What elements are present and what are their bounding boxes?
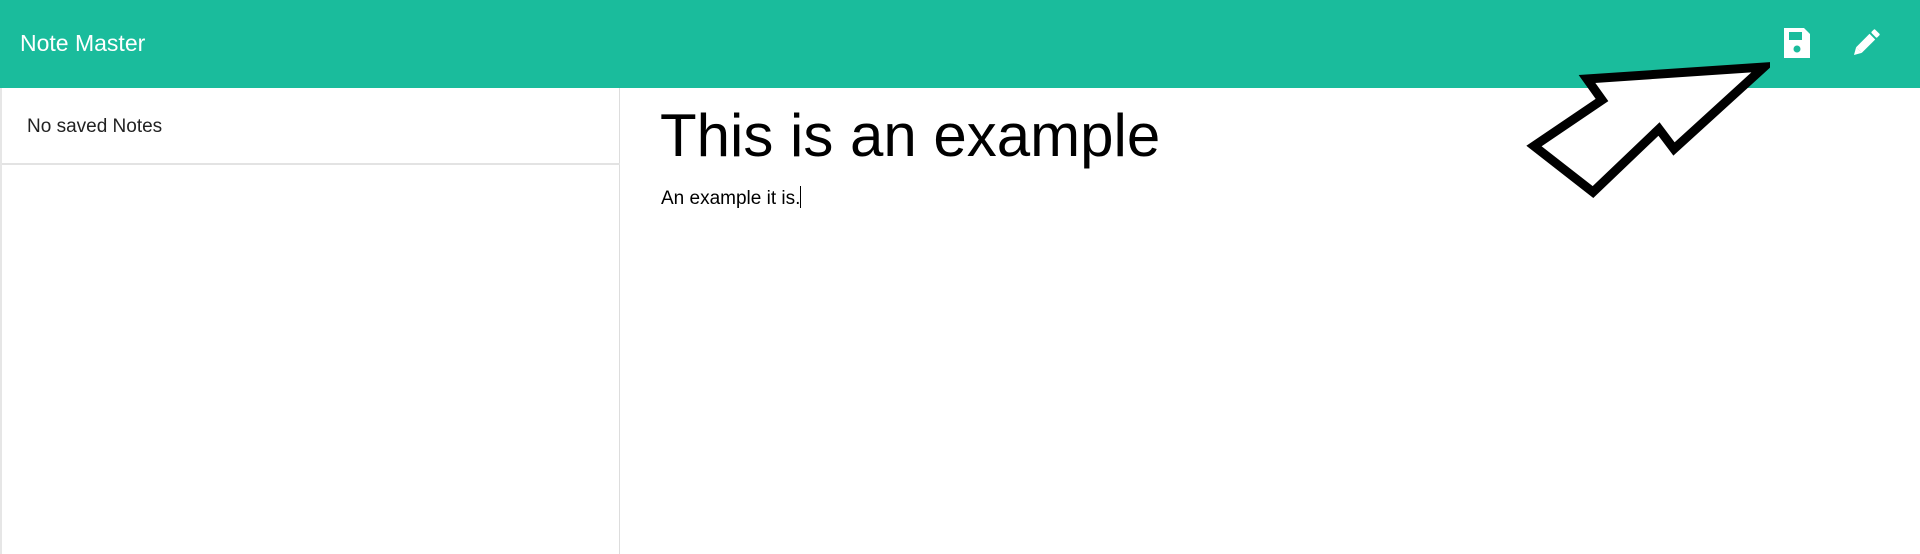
- app-title[interactable]: Note Master: [20, 28, 145, 58]
- save-icon: [1784, 28, 1810, 58]
- new-note-button[interactable]: [1849, 24, 1883, 62]
- empty-notes-message: No saved Notes: [27, 116, 163, 137]
- notes-sidebar: No saved Notes: [0, 88, 620, 554]
- annotation-arrow: [1526, 62, 1770, 198]
- note-text-content: An example it is.: [661, 188, 801, 209]
- text-cursor: [800, 186, 802, 208]
- list-item: No saved Notes: [2, 88, 620, 165]
- note-title-input[interactable]: This is an example: [660, 100, 1160, 172]
- pencil-icon: [1853, 29, 1880, 56]
- save-note-button[interactable]: [1780, 24, 1814, 62]
- note-text-area[interactable]: An example it is.: [661, 186, 802, 211]
